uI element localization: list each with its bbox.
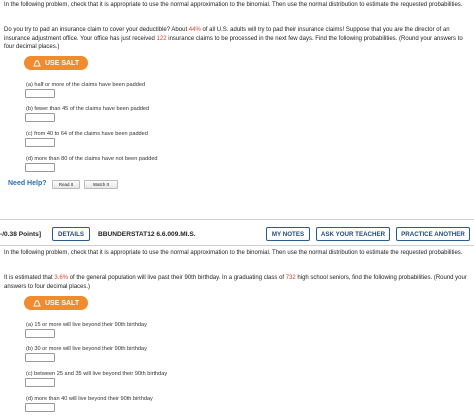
q1-part-b-input[interactable] xyxy=(25,113,55,122)
question-divider-top xyxy=(0,219,474,220)
q1-part-d-label: (d) more than 80 of the claims have not … xyxy=(26,156,158,162)
q2-use-salt-label: USE SALT xyxy=(45,299,80,307)
question-divider-header xyxy=(0,245,474,246)
q2-body: It is estimated that 3.6% of the general… xyxy=(4,275,467,290)
q2-part-b-input[interactable] xyxy=(25,353,55,362)
practice-another-button[interactable]: PRACTICE ANOTHER xyxy=(396,227,470,241)
q2-part-c-input[interactable] xyxy=(25,378,55,387)
q2-part-d-label: (d) more than 40 will live beyond their … xyxy=(26,396,153,402)
salt-shaker-icon xyxy=(33,59,41,67)
read-it-button[interactable]: Read It xyxy=(52,180,80,189)
q2-percent: 3.6% xyxy=(54,275,69,281)
q1-part-d-input[interactable] xyxy=(25,163,55,172)
details-button[interactable]: DETAILS xyxy=(52,227,90,241)
q1-instruction: In the following problem, check that it … xyxy=(4,2,463,8)
q1-part-c-input[interactable] xyxy=(25,138,55,147)
q2-use-salt-button[interactable]: USE SALT xyxy=(24,296,88,310)
q2-question-code: BBUNDERSTAT12 6.6.009.MI.S. xyxy=(98,231,196,238)
q2-instruction: In the following problem, check that it … xyxy=(4,250,463,256)
assignment-page: In the following problem, check that it … xyxy=(0,0,474,415)
q2-part-a-label: (a) 15 or more will live beyond their 90… xyxy=(26,322,147,328)
q1-part-a-label: (a) half or more of the claims have been… xyxy=(26,82,146,88)
q1-part-b-label: (b) fewer than 45 of the claims have bee… xyxy=(26,106,150,112)
q2-part-d-input[interactable] xyxy=(25,403,55,412)
q1-part-a-input[interactable] xyxy=(25,89,55,98)
need-help-label: Need Help? xyxy=(8,180,47,187)
q1-claims-count: 122 xyxy=(156,35,167,42)
q2-points: -/0.38 Points] xyxy=(0,231,42,238)
q1-part-c-label: (c) from 40 to 64 of the claims have bee… xyxy=(26,131,148,137)
q2-part-c-label: (c) between 25 and 35 will live beyond t… xyxy=(26,371,168,377)
q1-use-salt-button[interactable]: USE SALT xyxy=(24,56,88,70)
my-notes-button[interactable]: MY NOTES xyxy=(266,227,310,241)
watch-it-button[interactable]: Watch It xyxy=(84,180,118,189)
q1-body: Do you try to pad an insurance claim to … xyxy=(4,27,463,50)
q1-use-salt-label: USE SALT xyxy=(45,59,80,67)
q2-part-b-label: (b) 30 or more will live beyond their 90… xyxy=(26,346,147,352)
salt-shaker-icon xyxy=(33,299,41,307)
q1-percent: 44% xyxy=(188,27,201,33)
q2-class-size: 732 xyxy=(285,275,296,281)
ask-your-teacher-button[interactable]: ASK YOUR TEACHER xyxy=(316,227,390,241)
q2-part-a-input[interactable] xyxy=(25,329,55,338)
